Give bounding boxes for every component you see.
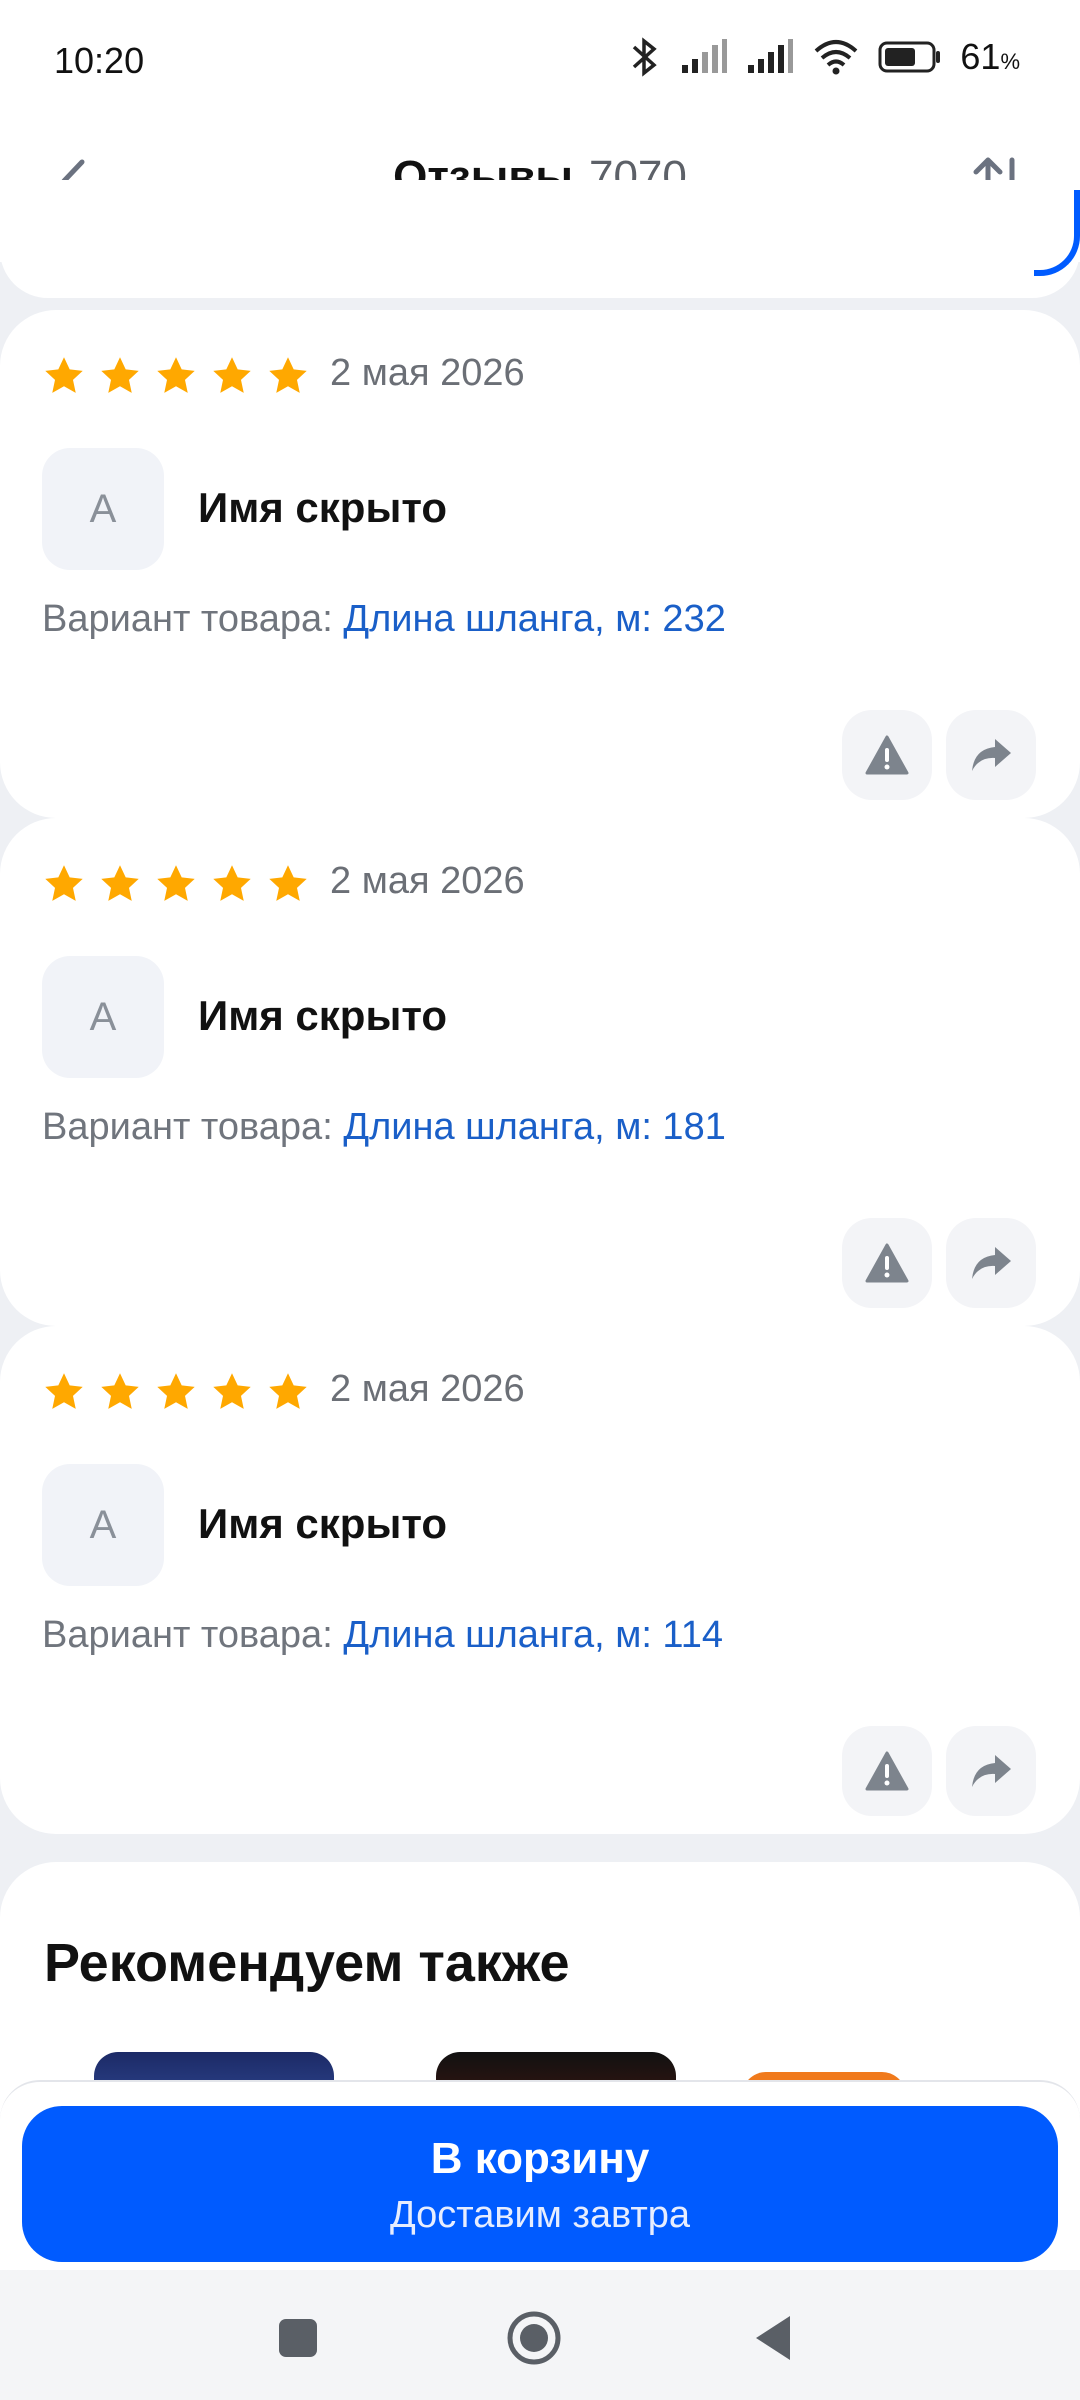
report-button[interactable] bbox=[842, 1218, 932, 1308]
share-icon bbox=[972, 739, 1011, 771]
back-icon[interactable] bbox=[744, 2308, 804, 2368]
rating-stars bbox=[42, 1370, 310, 1414]
status-time: 10:20 bbox=[54, 40, 145, 81]
avatar: A bbox=[42, 956, 164, 1078]
wifi-icon bbox=[815, 40, 858, 75]
author-name: Имя скрыто bbox=[198, 992, 448, 1039]
share-icon bbox=[972, 1755, 1011, 1787]
star-icon bbox=[157, 865, 195, 901]
star-icon bbox=[45, 1373, 83, 1409]
star-icon bbox=[213, 1373, 251, 1409]
star-icon bbox=[157, 357, 195, 393]
star-icon bbox=[157, 1373, 195, 1409]
author-name: Имя скрыто bbox=[198, 1500, 448, 1547]
recommendations-title: Рекомендуем также bbox=[44, 1933, 570, 1993]
warning-icon bbox=[865, 1751, 909, 1791]
star-icon bbox=[101, 1373, 139, 1409]
review-date: 2 мая 2026 bbox=[330, 860, 525, 902]
review-card: 2 мая 2026 A Имя скрыто Вариант товара: … bbox=[0, 818, 1080, 1326]
recent-apps-icon[interactable] bbox=[268, 2308, 328, 2368]
variant-value[interactable]: Длина шланга, м: 232 bbox=[343, 598, 726, 640]
add-to-cart-button[interactable]: В корзину Доставим завтра bbox=[22, 2106, 1058, 2262]
rating-stars bbox=[42, 354, 310, 398]
product-variant: Вариант товара: Длина шланга, м: 114 bbox=[42, 1614, 724, 1656]
system-nav-bar bbox=[0, 2270, 1080, 2400]
battery-level: 61% bbox=[960, 36, 1020, 77]
review-card: 2 мая 2026 A Имя скрыто Вариант товара: … bbox=[0, 310, 1080, 818]
star-icon bbox=[213, 357, 251, 393]
status-icons: 61% bbox=[628, 36, 1020, 78]
avatar: A bbox=[42, 1464, 164, 1586]
warning-icon bbox=[865, 1243, 909, 1283]
variant-value[interactable]: Длина шланга, м: 181 bbox=[343, 1106, 726, 1148]
review-card: 2 мая 2026 A Имя скрыто Вариант товара: … bbox=[0, 1326, 1080, 1834]
star-icon bbox=[45, 865, 83, 901]
star-icon bbox=[45, 357, 83, 393]
share-icon bbox=[972, 1247, 1011, 1279]
rating-stars bbox=[42, 862, 310, 906]
star-icon bbox=[101, 865, 139, 901]
status-bar: 10:20 61% bbox=[0, 0, 1080, 112]
home-icon[interactable] bbox=[504, 2308, 564, 2368]
star-icon bbox=[269, 865, 307, 901]
variant-value[interactable]: Длина шланга, м: 114 bbox=[343, 1614, 723, 1656]
delivery-info: Доставим завтра bbox=[389, 2194, 691, 2236]
battery-icon bbox=[878, 41, 941, 73]
share-button[interactable] bbox=[946, 710, 1036, 800]
star-icon bbox=[269, 357, 307, 393]
star-icon bbox=[213, 865, 251, 901]
share-button[interactable] bbox=[946, 1726, 1036, 1816]
review-date: 2 мая 2026 bbox=[330, 352, 525, 394]
product-variant: Вариант товара: Длина шланга, м: 181 bbox=[42, 1106, 726, 1148]
star-icon bbox=[269, 1373, 307, 1409]
warning-icon bbox=[865, 735, 909, 775]
previous-card-edge bbox=[0, 180, 1080, 298]
add-to-cart-bar: В корзину Доставим завтра bbox=[0, 2080, 1080, 2272]
avatar: A bbox=[42, 448, 164, 570]
report-button[interactable] bbox=[842, 1726, 932, 1816]
cart-button-label: В корзину bbox=[430, 2134, 650, 2183]
signal-icon bbox=[682, 39, 728, 73]
bluetooth-icon bbox=[633, 37, 658, 77]
author-name: Имя скрыто bbox=[198, 484, 448, 531]
star-icon bbox=[101, 357, 139, 393]
signal-icon bbox=[748, 39, 794, 73]
share-button[interactable] bbox=[946, 1218, 1036, 1308]
report-button[interactable] bbox=[842, 710, 932, 800]
product-variant: Вариант товара: Длина шланга, м: 232 bbox=[42, 598, 726, 640]
review-date: 2 мая 2026 bbox=[330, 1368, 525, 1410]
